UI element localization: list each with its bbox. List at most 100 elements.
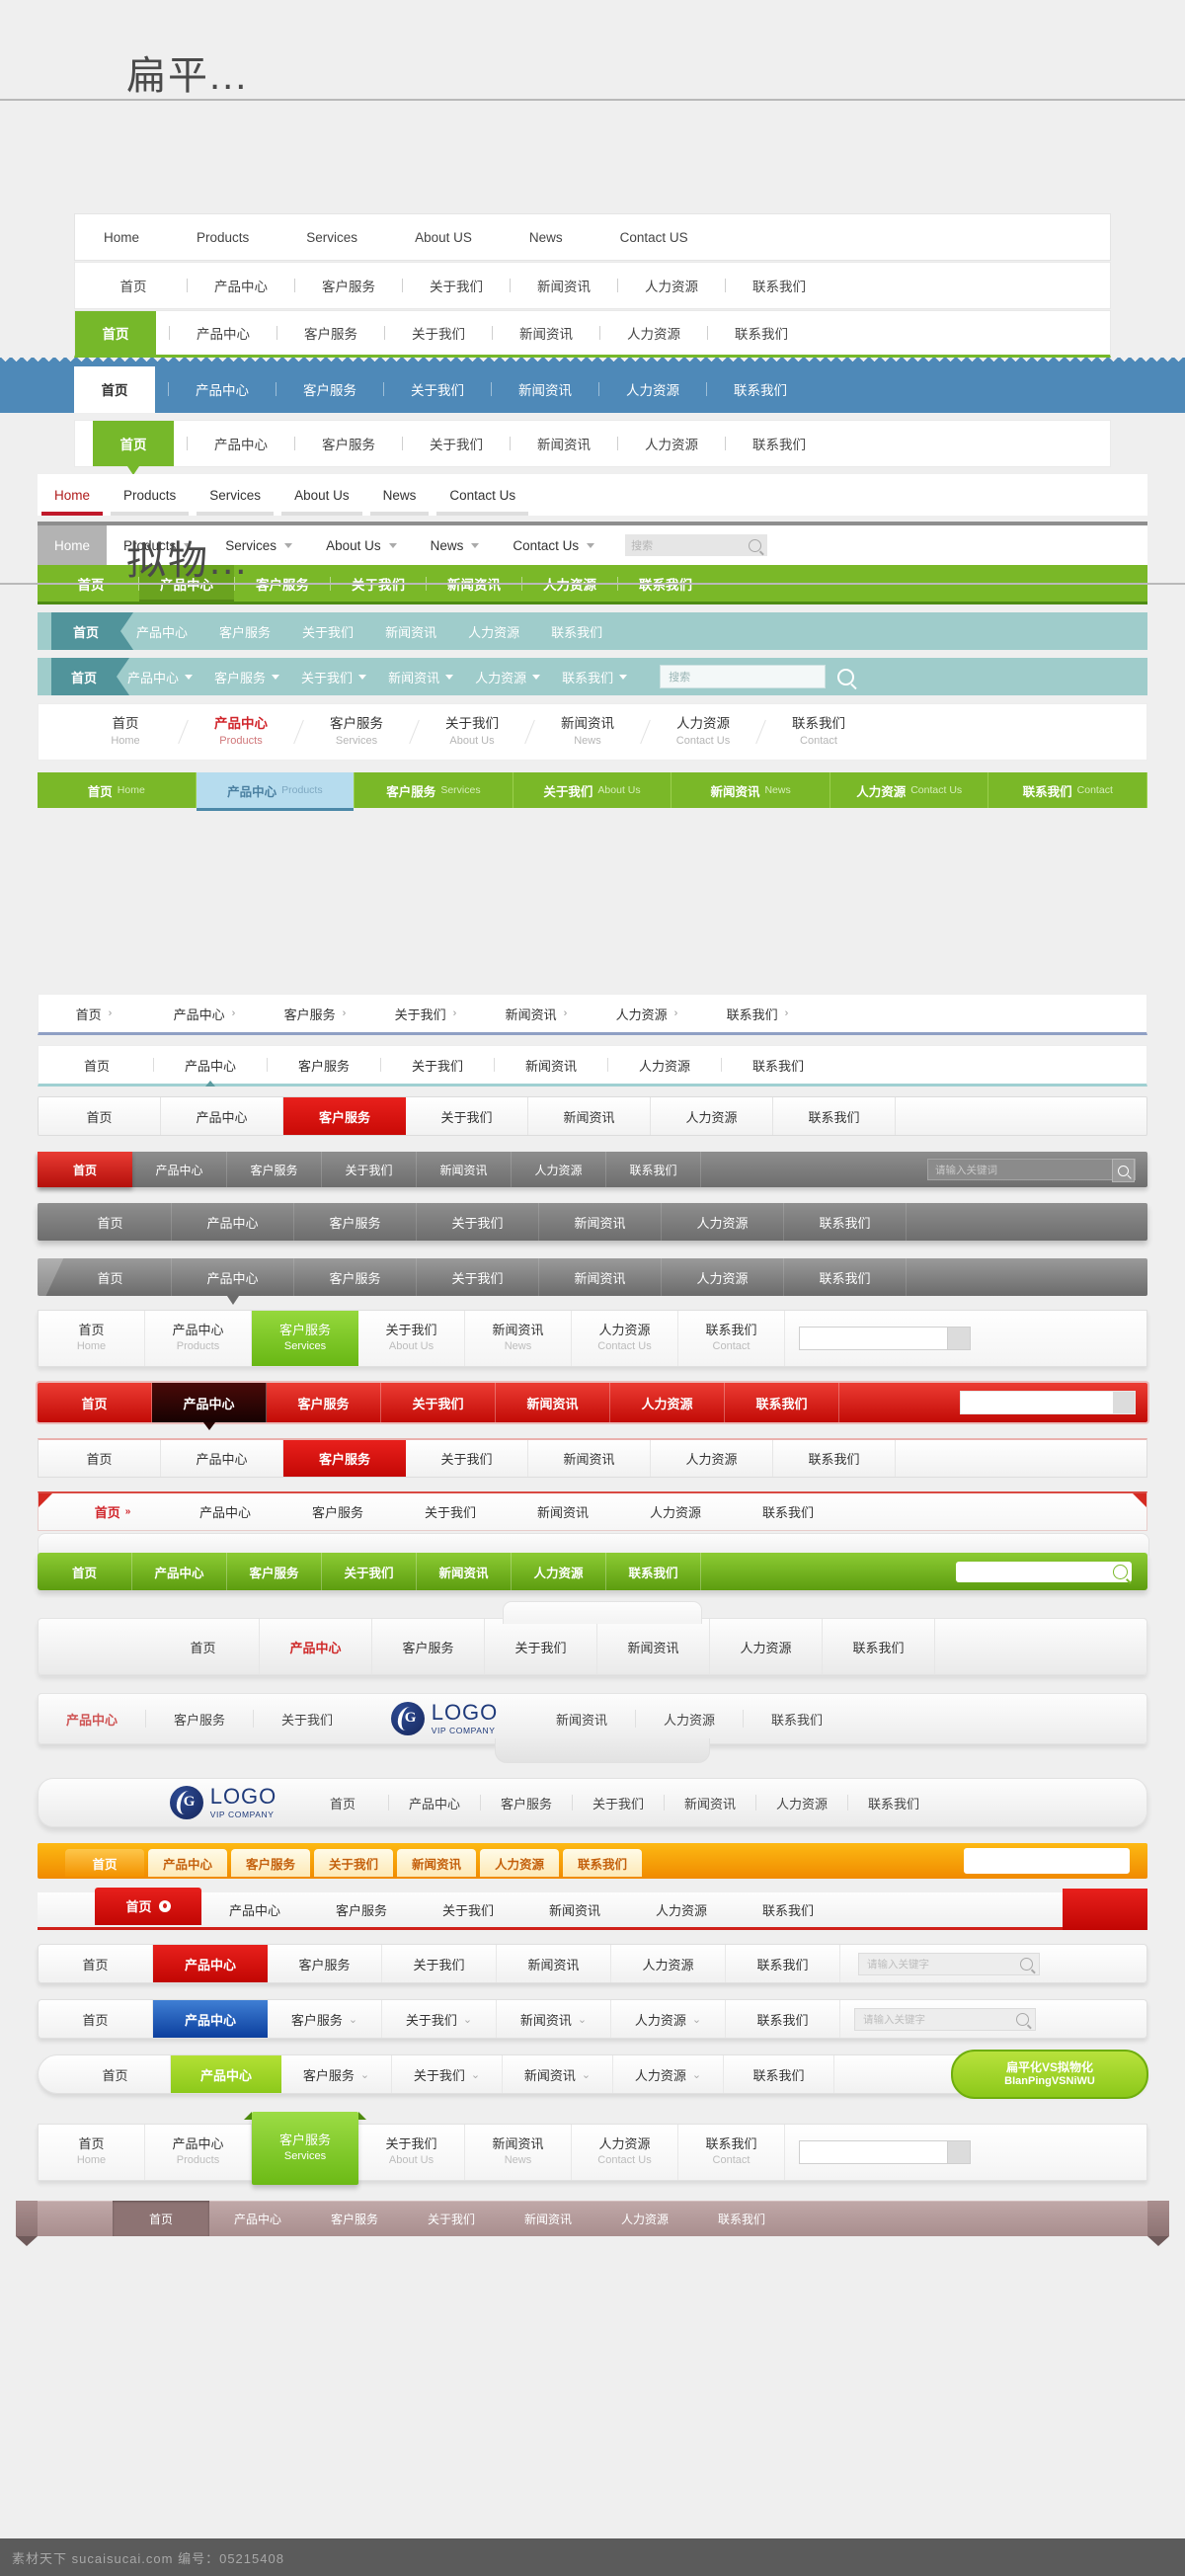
nav-item-2[interactable]: 客户服务 bbox=[308, 263, 389, 308]
nav-item-3[interactable]: 关于我们 bbox=[417, 1203, 539, 1241]
nav-item-2[interactable]: 客户服务 bbox=[227, 1152, 322, 1187]
nav-bilingual-slash[interactable]: 首页 Home 产品中心 Products 客户服务 Services 关于我们 About … bbox=[38, 703, 1147, 761]
search-input[interactable] bbox=[956, 1561, 1132, 1582]
search-input[interactable]: 请输入关键字 bbox=[854, 2007, 1036, 2031]
nav-item-3[interactable]: 关于我们 About Us bbox=[358, 2125, 465, 2180]
nav-item-4[interactable]: 新闻资讯 › bbox=[481, 995, 592, 1032]
nav-item-3[interactable]: 关于我们 › bbox=[370, 995, 481, 1032]
nav-item-1[interactable]: 产品中心 bbox=[148, 1849, 227, 1877]
nav-chinese-pipes[interactable]: 首页 产品中心 客户服务 关于我们 新闻资讯 人力资源 联系我们 bbox=[74, 262, 1111, 309]
nav-item-0[interactable]: 首页 bbox=[75, 311, 156, 355]
nav-item-5[interactable]: 人力资源 bbox=[662, 1203, 784, 1241]
nav-item-4[interactable]: 新闻资讯 bbox=[521, 1892, 628, 1927]
nav-teal-chevron[interactable]: 首页 产品中心 客户服务 关于我们 新闻资讯 人力资源 联系我们 bbox=[38, 612, 1147, 650]
nav-gray-plain[interactable]: 首页 产品中心 客户服务 关于我们 新闻资讯 人力资源 联系我们 bbox=[38, 1203, 1147, 1241]
nav-item-4[interactable]: 新闻资讯 News bbox=[672, 772, 830, 808]
search-input[interactable] bbox=[799, 2140, 971, 2164]
nav-item-1[interactable]: 产品中心 bbox=[171, 2055, 281, 2093]
nav-item-5[interactable]: 人力资源 bbox=[611, 1945, 726, 1982]
nav-item-0[interactable]: 首页 bbox=[95, 1887, 201, 1925]
nav-item-0[interactable]: 首页 Home bbox=[72, 704, 179, 760]
nav-item-3[interactable]: 关于我们 bbox=[485, 1619, 597, 1674]
nav-item-0[interactable]: 首页 Home bbox=[39, 2125, 145, 2180]
nav-item-0[interactable]: Home bbox=[75, 214, 168, 260]
nav-white-red-cell[interactable]: 首页 产品中心 客户服务 关于我们 新闻资讯 人力资源 联系我们 bbox=[38, 1438, 1147, 1478]
nav-blue-active-search[interactable]: 首页 产品中心 客户服务 ⌄ 关于我们 ⌄ 新闻资讯 ⌄ 人力资源 ⌄ 联系我们 请输入关键字 bbox=[38, 1999, 1147, 2039]
nav-item-6[interactable]: 联系我们 bbox=[773, 1440, 896, 1477]
nav-item-3[interactable]: 关于我们 bbox=[254, 1694, 360, 1743]
nav-item-6[interactable]: 联系我们 bbox=[693, 2201, 790, 2236]
nav-item-5[interactable]: 人力资源 bbox=[596, 2201, 693, 2236]
nav-item-1[interactable]: 产品中心 bbox=[172, 1258, 294, 1305]
nav-item-1[interactable]: 产品中心 bbox=[132, 1553, 227, 1590]
nav-item-4[interactable]: 新闻资讯 bbox=[377, 658, 464, 695]
nav-item-5[interactable]: 人力资源 bbox=[631, 263, 712, 308]
nav-item-3[interactable]: 关于我们 About Us bbox=[514, 772, 672, 808]
nav-item-3[interactable]: 关于我们 bbox=[393, 1046, 482, 1084]
nav-item-4[interactable]: 新闻资讯 bbox=[597, 1619, 710, 1674]
nav-item-5[interactable]: 人力资源 bbox=[619, 1493, 732, 1530]
nav-item-5[interactable]: 人力资源 Contact Us bbox=[650, 704, 756, 760]
nav-gray-caret[interactable]: 首页 产品中心 客户服务 关于我们 新闻资讯 人力资源 联系我们 bbox=[38, 1258, 1147, 1305]
nav-item-0[interactable]: 首页 bbox=[39, 1097, 161, 1135]
nav-item-3[interactable]: 关于我们 bbox=[398, 311, 479, 355]
nav-item-3[interactable]: About Us bbox=[277, 474, 366, 516]
nav-item-2[interactable]: 客户服务 bbox=[281, 1493, 394, 1530]
nav-item-0[interactable]: 首页 bbox=[38, 1553, 132, 1590]
nav-item-0[interactable]: 首页 bbox=[297, 1779, 388, 1826]
search-button[interactable] bbox=[1113, 1392, 1135, 1413]
nav-item-4[interactable]: 新闻资讯 bbox=[506, 311, 587, 355]
nav-bilingual-green-tab[interactable]: 首页 Home 产品中心 Products 客户服务 Services 关于我们 About … bbox=[38, 2112, 1147, 2185]
nav-item-3[interactable]: About US bbox=[386, 214, 501, 260]
nav-item-6[interactable]: 联系我们 › bbox=[702, 995, 813, 1032]
nav-item-3[interactable]: 关于我们 bbox=[381, 1383, 496, 1422]
nav-item-5[interactable]: 人力资源 bbox=[512, 1152, 606, 1187]
nav-item-2[interactable]: 客户服务 bbox=[227, 1553, 322, 1590]
nav-item-4[interactable]: 新闻资讯 bbox=[539, 1258, 662, 1296]
nav-item-4[interactable]: 新闻资讯 bbox=[500, 2201, 596, 2236]
nav-item-5[interactable]: 人力资源 bbox=[512, 1553, 606, 1590]
nav-item-4[interactable]: 新闻资讯 ⌄ bbox=[497, 2000, 611, 2038]
nav-item-2[interactable]: 客户服务 bbox=[283, 1097, 406, 1135]
nav-item-5[interactable]: 人力资源 bbox=[628, 1892, 735, 1927]
nav-item-2[interactable]: 客户服务 Services bbox=[244, 2112, 366, 2185]
nav-item-1[interactable]: 产品中心 bbox=[166, 1046, 255, 1087]
search-button[interactable] bbox=[947, 2141, 970, 2163]
nav-item-0[interactable]: 首页 bbox=[147, 1619, 260, 1674]
search-input[interactable] bbox=[960, 1391, 1136, 1414]
nav-item-3[interactable]: 关于我们 bbox=[322, 1553, 417, 1590]
nav-item-4[interactable]: 新闻资讯 News bbox=[534, 704, 641, 760]
nav-item-1[interactable]: Products bbox=[168, 214, 277, 260]
nav-english-underline[interactable]: Home Products Services About Us News Contact … bbox=[38, 474, 1147, 516]
nav-item-0[interactable]: 首页 Home bbox=[39, 1311, 145, 1366]
nav-item-4[interactable]: 新闻资讯 News bbox=[465, 1311, 572, 1366]
nav-item-1[interactable]: 产品中心 bbox=[153, 2000, 268, 2038]
nav-item-3[interactable]: 关于我们 bbox=[573, 1779, 664, 1826]
nav-item-3[interactable]: About Us bbox=[309, 525, 414, 565]
nav-item-1[interactable]: Products bbox=[107, 474, 193, 516]
nav-item-1[interactable]: 产品中心 bbox=[260, 1619, 372, 1674]
nav-item-1[interactable]: 产品中心 bbox=[153, 1945, 268, 1982]
nav-item-6[interactable]: 联系我们 bbox=[735, 1892, 841, 1927]
nav-item-2[interactable]: 客户服务 ⌄ bbox=[281, 2055, 392, 2093]
nav-item-0[interactable]: Home bbox=[38, 525, 108, 565]
nav-item-5[interactable]: 人力资源 bbox=[756, 1779, 847, 1826]
nav-item-4[interactable]: News bbox=[501, 214, 592, 260]
nav-item-1[interactable]: 产品中心 bbox=[183, 311, 264, 355]
nav-item-6[interactable]: 联系我们 bbox=[823, 1619, 935, 1674]
nav-red-active-search[interactable]: 首页 产品中心 客户服务 关于我们 新闻资讯 人力资源 联系我们 请输入关键字 bbox=[38, 1944, 1147, 1983]
nav-item-5[interactable]: 人力资源 bbox=[610, 1383, 725, 1422]
nav-item-5[interactable]: Contact US bbox=[592, 214, 717, 260]
nav-item-5[interactable]: 人力资源 bbox=[662, 1258, 784, 1296]
nav-item-2[interactable]: 客户服务 bbox=[203, 658, 290, 695]
nav-item-2[interactable]: 客户服务 bbox=[290, 311, 371, 355]
nav-item-3[interactable]: 关于我们 bbox=[406, 1097, 528, 1135]
nav-item-4[interactable]: 新闻资讯 bbox=[528, 1440, 651, 1477]
nav-item-4[interactable]: 新闻资讯 bbox=[665, 1779, 755, 1826]
nav-item-3[interactable]: 关于我们 bbox=[314, 1849, 393, 1877]
nav-item-4[interactable]: 新闻资讯 bbox=[505, 365, 586, 413]
nav-item-5[interactable]: 人力资源 bbox=[651, 1440, 773, 1477]
nav-item-3[interactable]: 关于我们 bbox=[406, 1440, 528, 1477]
nav-item-0[interactable]: Home bbox=[38, 474, 107, 516]
search-input[interactable]: 请输入关键词 bbox=[927, 1159, 1136, 1182]
